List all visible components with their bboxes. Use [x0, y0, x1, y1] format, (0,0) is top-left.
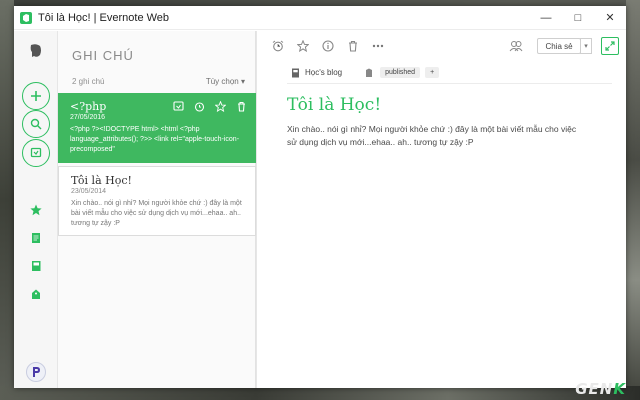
notebook-icon — [292, 68, 299, 77]
delete-note-icon[interactable] — [234, 99, 248, 113]
tag-published[interactable]: published — [380, 67, 421, 78]
elephant-logo-icon[interactable] — [22, 37, 50, 65]
add-tag-button[interactable]: + — [425, 67, 440, 78]
note-title-heading[interactable]: Tôi là Học! — [287, 95, 381, 115]
note-editor: Chia sẻ ▾ Học's blog published + Tôi là … — [256, 31, 626, 388]
sidebar — [14, 31, 58, 388]
desktop-background-left — [0, 0, 14, 400]
reminder-icon[interactable] — [271, 39, 285, 53]
window-title: Tôi là Học! | Evernote Web — [38, 11, 170, 24]
note-body-text[interactable]: Xin chào.. nói gì nhỉ? Mọi người khỏe ch… — [287, 123, 587, 149]
share-button[interactable]: Chia sẻ — [537, 38, 581, 54]
more-options-icon[interactable] — [371, 39, 385, 53]
note-snippet: Xin chào.. nói gì nhỉ? Mọi người khỏe ch… — [71, 200, 242, 227]
share-note-icon[interactable] — [171, 99, 185, 113]
search-icon — [30, 118, 42, 130]
desktop-background-bottom — [0, 386, 640, 400]
tag-icon — [366, 68, 373, 77]
expand-icon — [605, 41, 615, 51]
notes-heading: GHI CHÚ — [72, 48, 134, 63]
notes-list-pane: GHI CHÚ 2 ghi chú Tùy chọn ▾ <?php 27/05… — [58, 31, 256, 388]
note-title: Tôi là Học! — [71, 174, 132, 187]
chat-icon — [30, 147, 42, 158]
shortcuts-star-icon[interactable] — [22, 196, 50, 224]
note-snippet: <?php ?><!DOCTYPE html> <html <?php lang… — [70, 126, 240, 153]
notes-icon[interactable] — [22, 224, 50, 252]
note-card-php[interactable]: <?php 27/05/2016 <?php ?><!DOCTYPE html>… — [58, 93, 256, 163]
new-note-button[interactable] — [22, 82, 50, 110]
shortcut-star-icon[interactable] — [213, 99, 227, 113]
genk-watermark: GENK — [575, 380, 626, 398]
account-avatar[interactable] — [22, 358, 50, 386]
editor-toolbar — [271, 39, 385, 53]
search-button[interactable] — [22, 110, 50, 138]
title-bar: Tôi là Học! | Evernote Web — □ ✕ — [14, 6, 626, 30]
notebooks-icon[interactable] — [22, 252, 50, 280]
share-dropdown-chevron-icon[interactable]: ▾ — [580, 38, 592, 54]
trash-icon[interactable] — [346, 39, 360, 53]
divider — [287, 83, 612, 84]
sort-options-dropdown[interactable]: Tùy chọn ▾ — [206, 77, 245, 86]
desktop-background-right — [626, 0, 640, 400]
plus-icon — [31, 91, 41, 101]
note-card-toi-la-hoc[interactable]: Tôi là Học! 23/05/2014 Xin chào.. nói gì… — [58, 166, 256, 236]
evernote-window: Tôi là Học! | Evernote Web — □ ✕ GHI CHÚ… — [14, 6, 626, 388]
notebook-selector[interactable]: Học's blog — [305, 68, 342, 77]
tags-icon[interactable] — [22, 280, 50, 308]
maximize-icon[interactable]: □ — [562, 6, 594, 30]
close-icon[interactable]: ✕ — [594, 6, 626, 30]
minimize-icon[interactable]: — — [530, 6, 562, 30]
note-date: 23/05/2014 — [71, 188, 107, 195]
collaborators-icon[interactable] — [509, 40, 523, 52]
star-icon[interactable] — [296, 39, 310, 53]
evernote-logo-icon — [20, 11, 32, 24]
note-meta-row: Học's blog published + — [291, 67, 440, 78]
note-title: <?php — [70, 100, 107, 113]
info-icon[interactable] — [321, 39, 335, 53]
note-date: 27/05/2016 — [70, 114, 106, 121]
expand-button[interactable] — [601, 37, 619, 55]
reminder-icon[interactable] — [192, 99, 206, 113]
work-chat-button[interactable] — [22, 139, 50, 167]
notes-count: 2 ghi chú — [72, 77, 105, 86]
note-actions — [171, 99, 248, 113]
